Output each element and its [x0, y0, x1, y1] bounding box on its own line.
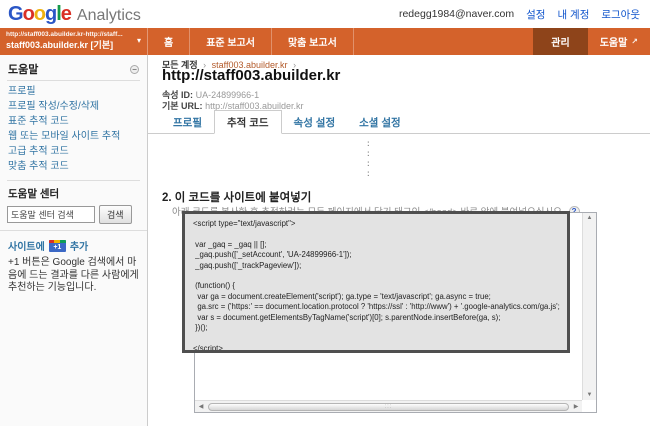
collapse-minus-icon[interactable]: −: [130, 65, 139, 74]
tab-profiles[interactable]: 프로필: [161, 111, 214, 133]
main-navbar: http://staff003.abuilder.kr-http://staff…: [0, 28, 650, 55]
help-center-search: 검색: [7, 205, 140, 224]
nav-tab-home[interactable]: 홈: [148, 28, 190, 55]
logout-link[interactable]: 로그아웃: [601, 7, 640, 22]
product-name: Analytics: [77, 7, 141, 25]
nav-tab-help[interactable]: 도움말 ↗: [588, 28, 650, 55]
scroll-up-arrow-icon[interactable]: ▲: [583, 215, 596, 221]
page-title: http://staff003.abuilder.kr: [162, 67, 340, 84]
account-selector-path: http://staff003.abuilder.kr-http://staff…: [6, 31, 129, 38]
sidebar-item-profile-edit[interactable]: 프로필 작성/수정/삭제: [0, 99, 147, 114]
navbar-spacer: [354, 28, 534, 55]
help-sidebar: 도움말 − 프로필 프로필 작성/수정/삭제 표준 추적 코드 웹 또는 모바일…: [0, 55, 148, 426]
plus-one-icon: +1: [49, 240, 66, 252]
nav-help-label: 도움말: [600, 34, 628, 49]
sidebar-divider: [0, 230, 147, 231]
scroll-grip-icon: :::: [384, 405, 392, 410]
help-center-search-input[interactable]: [7, 206, 95, 223]
top-header: Google Analytics redegg1984@naver.com 설정…: [0, 0, 650, 28]
sidebar-help-links: 프로필 프로필 작성/수정/삭제 표준 추적 코드 웹 또는 모바일 사이트 추…: [0, 81, 147, 176]
my-account-link[interactable]: 내 계정: [557, 7, 589, 22]
sidebar-item-custom-tracking-code[interactable]: 맞춤 추적 코드: [0, 159, 147, 174]
plus-one-suffix: 추가: [70, 238, 88, 253]
help-center-search-button[interactable]: 검색: [99, 205, 132, 224]
external-link-icon: ↗: [631, 37, 638, 46]
nav-tab-standard-reports[interactable]: 표준 보고서: [190, 28, 272, 55]
sidebar-help-title: 도움말: [8, 61, 38, 77]
google-analytics-logo: Google Analytics: [8, 3, 141, 26]
paste-code-heading: 2. 이 코드를 사이트에 붙여넣기: [162, 189, 311, 205]
account-selector-profile: staff003.abuilder.kr [기본]: [6, 38, 129, 51]
tab-tracking-code[interactable]: 추적 코드: [214, 110, 282, 134]
scroll-left-arrow-icon[interactable]: ◀: [195, 403, 207, 410]
sidebar-item-web-mobile-tracking[interactable]: 웹 또는 모바일 사이트 추적: [0, 129, 147, 144]
sidebar-item-profile[interactable]: 프로필: [0, 84, 147, 99]
scroll-down-arrow-icon[interactable]: ▼: [583, 392, 596, 398]
vertical-scrollbar[interactable]: ▲ ▼: [582, 213, 596, 400]
sidebar-help-header: 도움말 −: [7, 59, 140, 81]
tab-property-settings[interactable]: 속성 설정: [282, 111, 348, 133]
scroll-right-arrow-icon[interactable]: ▶: [570, 403, 582, 410]
collapsed-content-dots: : : : :: [367, 139, 370, 179]
plus-one-add-link[interactable]: 사이트에 +1 추가: [0, 238, 147, 253]
nav-tab-custom-reports[interactable]: 맞춤 보고서: [272, 28, 354, 55]
tracking-code-snippet: <script type="text/javascript"> var _gaq…: [193, 219, 561, 353]
main-panel: 모든 계정 › staff003.abuilder.kr › http://st…: [148, 55, 650, 426]
plus-one-prefix: 사이트에: [8, 238, 45, 253]
google-logo: Google: [8, 3, 71, 26]
horizontal-scroll-thumb[interactable]: :::: [208, 403, 569, 411]
chevron-down-icon: ▾: [137, 36, 141, 45]
header-user-area: redegg1984@naver.com 설정 내 계정 로그아웃: [399, 7, 640, 22]
account-selector[interactable]: http://staff003.abuilder.kr-http://staff…: [0, 28, 148, 55]
tracking-code-highlight-box[interactable]: <script type="text/javascript"> var _gaq…: [182, 211, 570, 353]
user-email: redegg1984@naver.com: [399, 8, 514, 20]
horizontal-scrollbar[interactable]: ◀ ::: ▶: [195, 400, 582, 412]
default-url-label: 기본 URL:: [162, 101, 203, 111]
plus-one-description: +1 버튼은 Google 검색에서 마음에 드는 결과를 다른 사람에게 추천…: [0, 253, 147, 295]
tab-social-settings[interactable]: 소셜 설정: [347, 111, 413, 133]
content-area: 도움말 − 프로필 프로필 작성/수정/삭제 표준 추적 코드 웹 또는 모바일…: [0, 55, 650, 426]
sidebar-item-advanced-tracking-code[interactable]: 고급 추적 코드: [0, 144, 147, 159]
nav-tab-admin[interactable]: 관리: [533, 28, 587, 55]
sidebar-item-standard-tracking-code[interactable]: 표준 추적 코드: [0, 114, 147, 129]
settings-link[interactable]: 설정: [526, 7, 545, 22]
property-tabs: 프로필 추적 코드 속성 설정 소셜 설정: [148, 113, 650, 134]
help-center-title: 도움말 센터: [7, 180, 140, 201]
